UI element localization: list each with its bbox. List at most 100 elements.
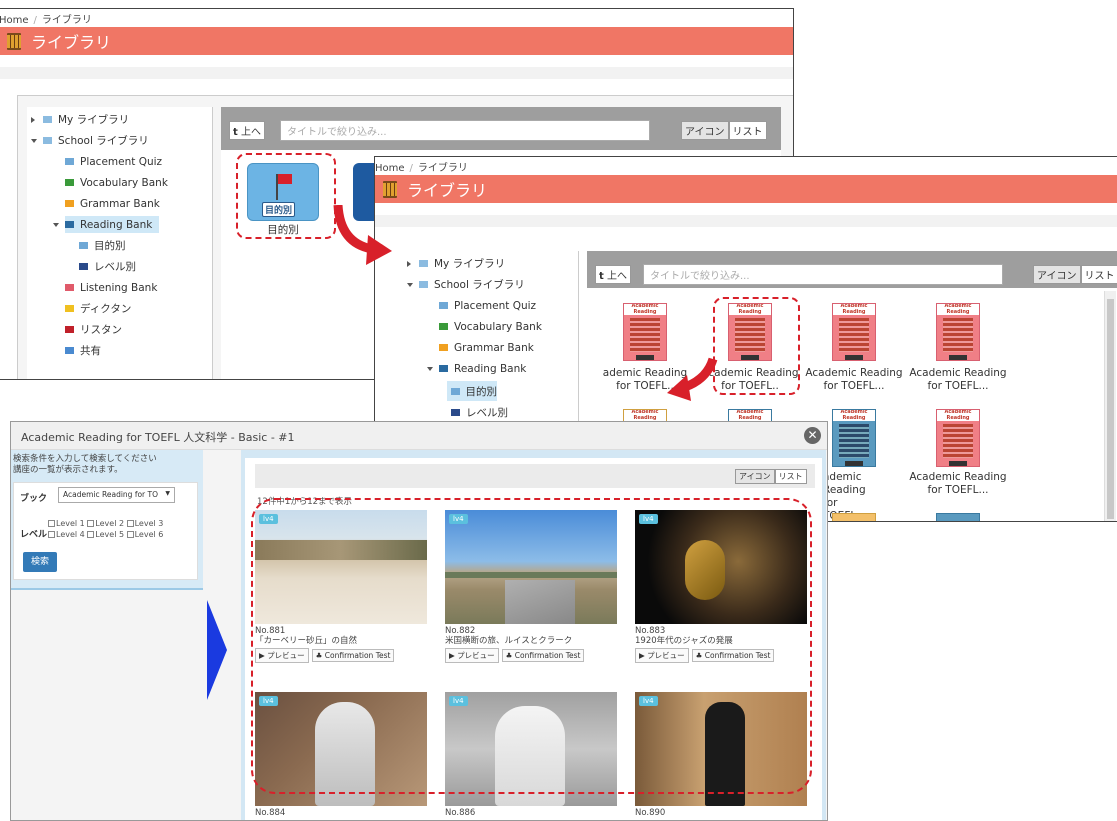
listening-icon [65,284,74,291]
book-cover[interactable]: Academic Reading [936,409,980,467]
up-icon: t [233,127,238,138]
book-cover[interactable]: Academic Reading [832,303,876,361]
lesson-caption: No.882米国横断の旅、ルイスとクラーク [445,626,572,646]
breadcrumb: Home/ライブラリ [375,157,1117,175]
level-1-checkbox[interactable]: Level 1 [48,519,85,528]
book-cover[interactable]: Academic Reading [623,303,667,361]
book-cover[interactable] [936,513,980,522]
book-select[interactable]: Academic Reading for TO▼ [58,487,175,503]
vocabulary-icon [65,179,74,186]
page-title: ライブラリ [407,177,487,201]
confirmation-test-button[interactable]: ♣ Confirmation Test [692,649,775,662]
filter-input[interactable]: タイトルで絞り込み... [280,120,650,141]
close-icon[interactable]: ✕ [804,427,821,444]
folder-icon-label: 目的別 [262,202,295,217]
folder-mokuteki[interactable]: 目的別 [247,163,319,221]
tree-item-dictation[interactable]: ディクタン [65,300,131,317]
page-header: ライブラリ [375,175,1117,203]
tree-item-school[interactable]: School ライブラリ [43,132,149,149]
icon-view-button[interactable]: アイコン [1033,265,1081,284]
books-icon [383,181,397,198]
tree-item-grammar[interactable]: Grammar Bank [439,339,534,356]
book-cover[interactable] [832,513,876,522]
scrollbar[interactable] [1104,291,1116,521]
breadcrumb-current: ライブラリ [418,163,468,174]
icon-view-button[interactable]: アイコン [735,469,775,484]
tree-item-level[interactable]: レベル別 [79,258,136,275]
tree-item-vocabulary[interactable]: Vocabulary Bank [65,174,168,191]
reading-icon [439,365,448,372]
list-view-button[interactable]: リスト [1081,265,1117,284]
folder-icon [419,281,428,288]
library-tree: My ライブラリ School ライブラリ Placement Quiz Voc… [27,107,213,380]
tree-item-placement[interactable]: Placement Quiz [439,297,536,314]
tree-item-school[interactable]: School ライブラリ [419,276,525,293]
page-title: ライブラリ [31,29,111,53]
filter-input[interactable]: タイトルで絞り込み... [643,264,1003,285]
page-header: ライブラリ [0,27,793,55]
level-label: レベル [20,527,47,540]
lesson-thumbnail[interactable]: lv4 [255,692,427,806]
grammar-icon [439,344,448,351]
tree-item-my[interactable]: My ライブラリ [419,255,505,272]
view-toggle: アイコンリスト [681,121,767,140]
confirmation-test-button[interactable]: ♣ Confirmation Test [502,649,585,662]
search-sidebar: 検索条件を入力して検索してください 講座の一覧が表示されます。 ブック Acad… [11,450,203,590]
lesson-actions: ▶ プレビュー♣ Confirmation Test [635,648,777,663]
search-button[interactable]: 検索 [23,552,57,572]
level-5-checkbox[interactable]: Level 5 [87,530,124,539]
tree-item-reading[interactable]: Reading Bank [439,360,526,377]
red-arrow-2 [655,355,735,415]
quiz-icon [439,302,448,309]
tree-item-kyoyu[interactable]: 共有 [65,342,101,359]
level-badge: lv4 [639,514,658,524]
grammar-icon [65,200,74,207]
book-cover[interactable]: Academic Reading [832,409,876,467]
tree-item-vocabulary[interactable]: Vocabulary Bank [439,318,542,335]
tree-item-grammar[interactable]: Grammar Bank [65,195,160,212]
results-panel: アイコンリスト 12件中1から12まで表示 lv4 No.881「カーベリー砂丘… [241,450,826,821]
modal-titlebar: Academic Reading for TOEFL 人文科学 - Basic … [11,422,827,450]
breadcrumb-home[interactable]: Home [0,15,29,26]
lesson-thumbnail[interactable]: lv4 [635,510,807,624]
lesson-thumbnail[interactable]: lv4 [255,510,427,624]
lesson-thumbnail[interactable]: lv4 [445,510,617,624]
tree-item-mokuteki[interactable]: 目的別 [447,381,497,401]
lesson-caption: No.884 [255,808,285,818]
club-icon: ♣ [506,651,513,660]
book-caption: Academic Readingfor TOEFL... [903,367,1013,393]
tree-item-mokuteki[interactable]: 目的別 [79,237,126,254]
up-button[interactable]: t 上へ [229,121,265,140]
tree-item-my[interactable]: My ライブラリ [43,111,129,128]
up-button[interactable]: t 上へ [595,265,631,284]
confirmation-test-button[interactable]: ♣ Confirmation Test [312,649,395,662]
preview-button[interactable]: ▶ プレビュー [255,648,309,663]
folder-icon [451,388,460,395]
folder-label: 目的別 [228,224,338,237]
book-cover[interactable]: Academic Reading [936,303,980,361]
lesson-thumbnail[interactable]: lv4 [635,692,807,806]
level-badge: lv4 [449,696,468,706]
tree-item-placement[interactable]: Placement Quiz [65,153,162,170]
level-6-checkbox[interactable]: Level 6 [127,530,164,539]
level-2-checkbox[interactable]: Level 2 [87,519,124,528]
level-3-checkbox[interactable]: Level 3 [127,519,164,528]
list-view-button[interactable]: リスト [729,121,767,140]
tree-item-reading[interactable]: Reading Bank [65,216,159,233]
quiz-icon [65,158,74,165]
book-cover[interactable]: Academic Reading [728,303,772,361]
lesson-thumbnail[interactable]: lv4 [445,692,617,806]
preview-button[interactable]: ▶ プレビュー [445,648,499,663]
folder-icon [79,242,88,249]
tree-item-ristan[interactable]: リスタン [65,321,122,338]
folder-icon [419,260,428,267]
list-view-button[interactable]: リスト [775,469,807,484]
breadcrumb-sep: / [34,15,37,26]
preview-button[interactable]: ▶ プレビュー [635,648,689,663]
breadcrumb-home[interactable]: Home [375,163,405,174]
tree-item-listening[interactable]: Listening Bank [65,279,157,296]
level-4-checkbox[interactable]: Level 4 [48,530,85,539]
icon-view-button[interactable]: アイコン [681,121,729,140]
tree-item-level[interactable]: レベル別 [451,404,508,421]
folder-icon [43,116,52,123]
